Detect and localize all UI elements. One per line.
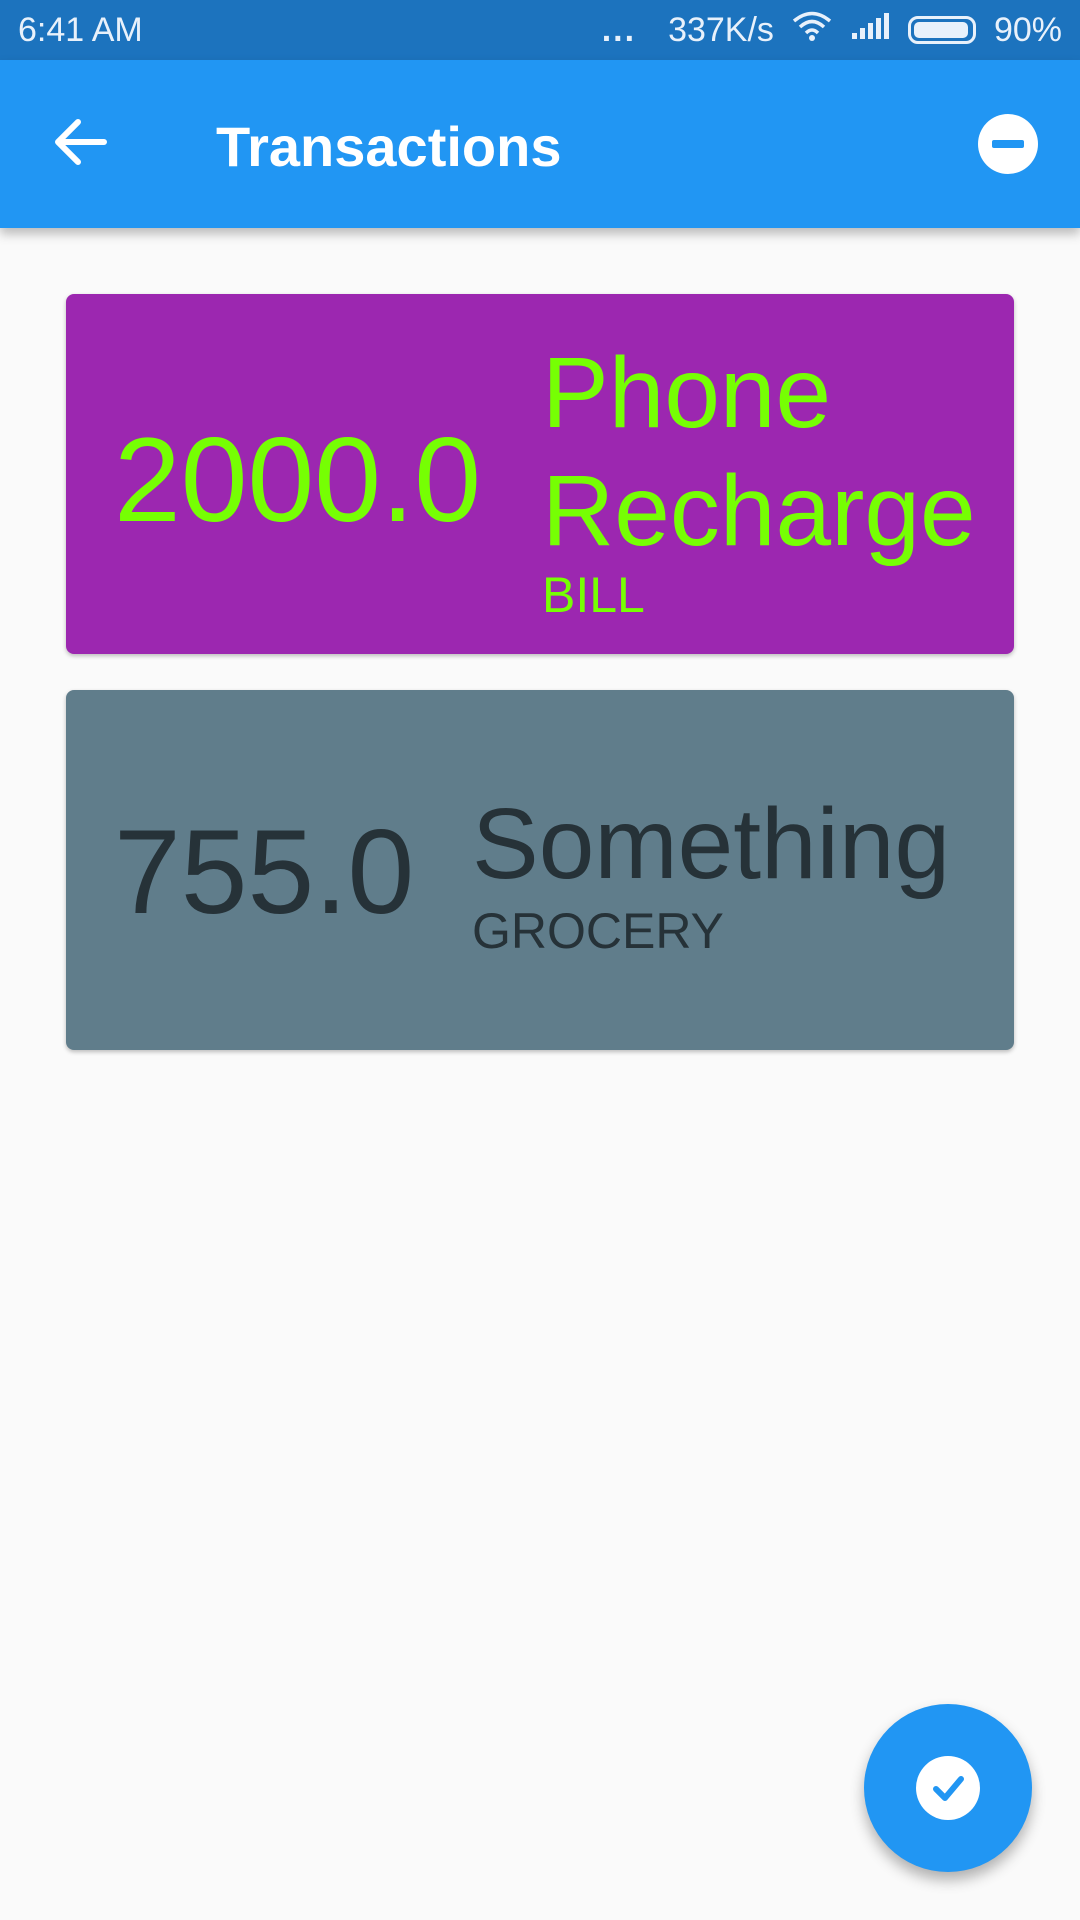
remove-circle-icon	[992, 140, 1024, 148]
battery-level: 90%	[993, 10, 1062, 49]
confirm-fab[interactable]	[864, 1704, 1032, 1872]
status-right: ... 337K/s 90%	[602, 10, 1062, 51]
signal-icon	[850, 11, 890, 50]
transaction-amount: 2000.0	[114, 413, 482, 547]
status-left: 6:41 AM	[18, 11, 143, 50]
arrow-back-icon	[52, 114, 108, 175]
back-button[interactable]	[48, 112, 112, 176]
transaction-category: GROCERY	[472, 903, 724, 959]
network-speed: 337K/s	[668, 10, 774, 49]
remove-button[interactable]	[978, 114, 1038, 174]
more-icon: ...	[601, 10, 637, 49]
status-bar: 6:41 AM ... 337K/s 90%	[0, 0, 1080, 60]
transaction-card[interactable]: 2000.0 Phone Recharge BILL	[66, 294, 1014, 654]
app-bar: Transactions	[0, 60, 1080, 228]
page-title: Transactions	[216, 115, 562, 178]
transaction-category: BILL	[542, 567, 645, 623]
wifi-icon	[792, 10, 832, 51]
screen: 6:41 AM ... 337K/s 90% Transactions 2000…	[0, 0, 1080, 1920]
transaction-card[interactable]: 755.0 Something GROCERY	[66, 690, 1014, 1050]
status-time: 6:41 AM	[18, 10, 143, 49]
transaction-amount: 755.0	[114, 805, 415, 939]
transaction-description: Something	[472, 788, 951, 900]
battery-icon	[907, 16, 976, 44]
transaction-description: Phone Recharge	[542, 337, 976, 567]
check-circle-icon	[916, 1756, 980, 1820]
